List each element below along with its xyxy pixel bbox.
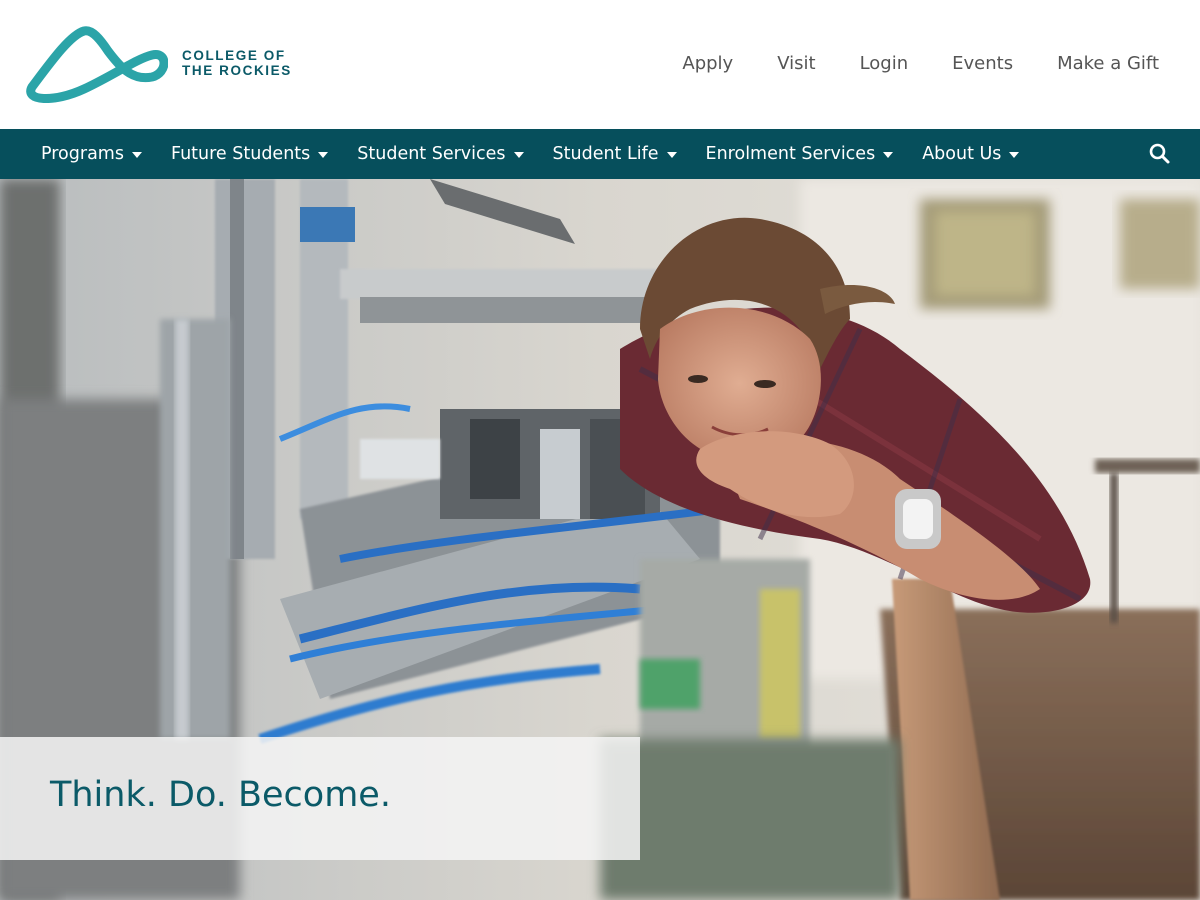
hero-tagline: Think. Do. Become. [50, 775, 391, 815]
nav-item-label: Programs [41, 144, 124, 164]
search-icon [1149, 143, 1170, 164]
hero-banner: Think. Do. Become. [0, 179, 1200, 900]
nav-item-programs[interactable]: Programs [41, 144, 142, 164]
chevron-down-icon [131, 152, 142, 158]
site-header: COLLEGE OF THE ROCKIES Apply Visit Login… [0, 0, 1200, 129]
utility-link-make-a-gift[interactable]: Make a Gift [1057, 50, 1159, 78]
college-name-line1: COLLEGE OF [182, 48, 286, 63]
utility-link-visit[interactable]: Visit [777, 50, 815, 78]
chevron-down-icon [1009, 152, 1020, 158]
nav-item-about-us[interactable]: About Us [922, 144, 1020, 164]
nav-item-label: Student Services [357, 144, 506, 164]
main-nav: Programs Future Students Student Service… [0, 129, 1200, 179]
utility-nav: Apply Visit Login Events Make a Gift [638, 50, 1159, 78]
nav-item-label: Student Life [552, 144, 659, 164]
nav-item-student-life[interactable]: Student Life [553, 144, 677, 164]
chevron-down-icon [318, 152, 329, 158]
mountain-logo-icon [26, 26, 168, 103]
utility-link-events[interactable]: Events [952, 50, 1013, 78]
nav-item-label: Future Students [170, 144, 311, 164]
chevron-down-icon [666, 152, 677, 158]
search-button[interactable] [1148, 142, 1172, 166]
college-logo-link[interactable]: COLLEGE OF THE ROCKIES [24, 24, 292, 104]
chevron-down-icon [883, 152, 894, 158]
nav-item-future-students[interactable]: Future Students [170, 144, 329, 164]
nav-item-label: Enrolment Services [705, 144, 876, 164]
nav-item-label: About Us [922, 144, 1002, 164]
utility-link-apply[interactable]: Apply [682, 50, 733, 78]
utility-link-login[interactable]: Login [860, 50, 909, 78]
college-name: COLLEGE OF THE ROCKIES [182, 48, 292, 78]
nav-item-enrolment-services[interactable]: Enrolment Services [706, 144, 894, 164]
nav-item-student-services[interactable]: Student Services [357, 144, 524, 164]
chevron-down-icon [513, 152, 524, 158]
college-name-line2: THE ROCKIES [182, 63, 292, 78]
tagline-panel: Think. Do. Become. [0, 737, 640, 860]
